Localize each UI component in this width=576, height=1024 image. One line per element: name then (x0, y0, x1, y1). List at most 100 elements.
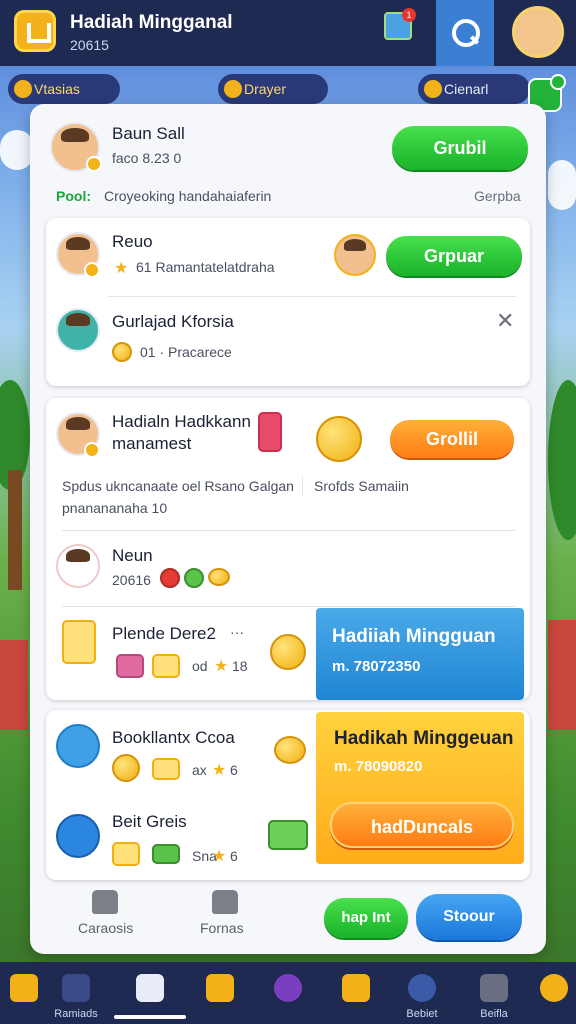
search-button[interactable] (436, 0, 494, 66)
footer-green-button[interactable]: hap Int (324, 898, 408, 938)
house (0, 640, 28, 730)
neun-name: Neun (112, 546, 153, 565)
big-coin-icon (316, 416, 362, 462)
divider (62, 606, 516, 607)
star-icon: ★ (114, 260, 129, 277)
coin-icon (184, 568, 204, 588)
avatar-badge (84, 442, 100, 458)
chest-icon (152, 758, 180, 780)
chat-icon (342, 974, 370, 1002)
promo-title: Hadiiah Mingguan (332, 626, 496, 647)
weekly-bonus-promo[interactable]: Hadikah Minggeuan m. 78090820 hadDuncals (316, 712, 524, 864)
nav-item-settings[interactable]: Bebiet (390, 962, 454, 1024)
shield-icon[interactable] (212, 890, 238, 914)
box-icon (152, 654, 180, 678)
coin-stack-icon (62, 620, 96, 664)
nav-item-events[interactable] (256, 962, 320, 1024)
star-icon: ★ (214, 658, 229, 675)
coin-icon (112, 754, 140, 782)
group-avatar (56, 308, 100, 352)
close-icon (136, 974, 164, 1002)
chip-2[interactable]: Drayer (218, 74, 328, 104)
reward-claim-button[interactable]: Grollil (390, 420, 514, 458)
star-icon: ★ (212, 848, 227, 865)
nav-item-chat[interactable] (324, 962, 388, 1024)
reward-title-2: manamest (112, 434, 192, 453)
rewards-card: Hadialn Hadkkann manamest Grollil Spdus … (46, 398, 530, 700)
star-icon (424, 80, 442, 98)
nav-item-bag[interactable]: Beifla (462, 962, 526, 1024)
nav-item-home[interactable]: Ramiads (44, 962, 108, 1024)
box-icon (116, 654, 144, 678)
chip-1[interactable]: Vtasias (8, 74, 120, 104)
invite-button[interactable]: Grpuar (386, 236, 522, 276)
promo-value: m. 78090820 (334, 758, 423, 775)
game-icon[interactable]: 1 (384, 8, 416, 40)
plende-meta: od (192, 658, 208, 674)
app-title: Hadiah Mingganal (70, 12, 233, 33)
chip-3[interactable]: Cienarl (418, 74, 530, 104)
coin-icon (270, 634, 306, 670)
active-tab-indicator (114, 1015, 186, 1019)
weekly-reward-promo[interactable]: Hadiiah Mingguan m. 78072350 (316, 608, 524, 700)
plende-arrow: ··· (230, 624, 244, 640)
gift-icon (258, 412, 282, 452)
edit-icon (56, 814, 100, 858)
footer-item-1[interactable]: Caraosis (78, 920, 133, 936)
divider (302, 476, 303, 496)
footer-item-2[interactable]: Fornas (200, 920, 244, 936)
home-icon[interactable] (92, 890, 118, 914)
coin-stack-icon (56, 724, 100, 768)
coin-icon (112, 842, 140, 866)
profile-avatar[interactable] (512, 6, 564, 58)
tree (548, 380, 576, 540)
footer-blue-button[interactable]: Stoour (416, 894, 522, 940)
friends-icon (540, 974, 568, 1002)
bookllant-meta: ax (192, 762, 207, 778)
beit-name: Beit Greis (112, 812, 187, 831)
house (548, 620, 576, 730)
close-icon[interactable]: ✕ (496, 308, 514, 334)
reward-title-1: Hadialn Hadkkann (112, 412, 251, 431)
cloud (548, 160, 576, 210)
coin-icon (112, 342, 132, 362)
app-subtitle: 20615 (70, 37, 109, 53)
coin-icon (208, 568, 230, 586)
top-claim-button[interactable]: Grubil (392, 126, 528, 170)
coin-icon (274, 736, 306, 764)
bottom-navigation: Ramiads Bebiet Beifla (0, 962, 576, 1024)
home-icon (62, 974, 90, 1002)
download-button[interactable]: hadDuncals (330, 802, 514, 848)
map-icon (152, 844, 180, 864)
friends-card: Reuo ★ 61 Ramantatelatdraha Grpuar Gurla… (46, 218, 530, 386)
avatar-badge (86, 156, 102, 172)
bonus-card: Bookllantx Ccoa ax ★ 6 Beit Greis Sna ★ … (46, 710, 530, 880)
promo-title: Hadikah Minggeuan (334, 728, 514, 749)
promo-value: m. 78072350 (332, 658, 421, 675)
nav-item-friends[interactable] (522, 962, 576, 1024)
home-logo-icon[interactable] (14, 10, 56, 52)
reward-desc-2: pnanananaha 10 (62, 500, 168, 516)
bookllant-meta-tail: 6 (230, 762, 238, 778)
pool-label: Pool: (56, 188, 91, 204)
group-name: Gurlajad Kforsia (112, 312, 234, 331)
record-icon (56, 544, 100, 588)
top-bar: Hadiah Mingganal 20615 1 (0, 0, 576, 66)
nav-item-chest[interactable] (188, 962, 252, 1024)
coin-icon (14, 80, 32, 98)
top-user-name: Baun Sall (112, 124, 185, 143)
coin-icon (224, 80, 242, 98)
group-meta: 01 · Pracarece (140, 344, 232, 360)
gear-icon (408, 974, 436, 1002)
clock-icon (274, 974, 302, 1002)
chest-icon (206, 974, 234, 1002)
notification-badge: 1 (402, 8, 416, 22)
avatar-badge (84, 262, 100, 278)
coin-icon (160, 568, 180, 588)
tree-trunk (8, 470, 22, 590)
friend-name: Reuo (112, 232, 153, 251)
opponent-avatar (334, 234, 376, 276)
coin-icon (10, 974, 38, 1002)
rewards-panel: Baun Sall faco 8.23 0 Grubil Pool: Croye… (30, 104, 546, 954)
pool-text: Croyeoking handahaiaferin (104, 188, 272, 204)
